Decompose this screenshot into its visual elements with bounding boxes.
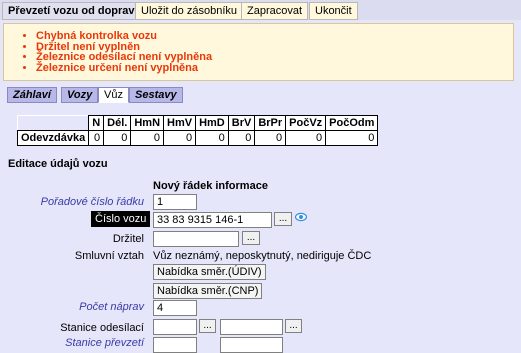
table-cell: 0 (103, 130, 132, 146)
holder-label: Držitel (112, 233, 144, 245)
col-header-n: N (88, 115, 105, 131)
menu-bar: Převzetí vozu od dopravce Uložit do záso… (0, 0, 521, 20)
holder-input[interactable] (153, 231, 239, 247)
tab-compositions[interactable]: Sestavy (129, 87, 183, 103)
sending-station-name-input[interactable] (220, 319, 283, 335)
section-title: Editace údajů vozu (8, 158, 108, 170)
menu-take-over-wagon[interactable]: Převzetí vozu od dopravce (2, 2, 153, 20)
col-header-hmd: HmD (195, 115, 229, 131)
col-header-pocodm: PočOdm (325, 115, 379, 131)
receiving-station-code-input[interactable] (153, 337, 197, 353)
wagon-number-lookup-button[interactable]: ... (274, 212, 292, 226)
wagon-number-label: Číslo vozu (91, 211, 151, 227)
sending-station-label: Stanice odesílací (60, 322, 144, 334)
col-header-brv: BrV (227, 115, 256, 131)
table-cell: 0 (325, 130, 379, 146)
error-list: Chybná kontrolka vozu Držitel není vypln… (4, 31, 212, 73)
error-item: Železnice určení není vyplněna (36, 62, 212, 74)
form-heading: Nový řádek informace (153, 180, 268, 192)
error-box: Chybná kontrolka vozu Držitel není vypln… (3, 23, 514, 81)
col-header-hmn: HmN (130, 115, 165, 131)
wagon-number-input[interactable] (153, 212, 272, 228)
sending-station-code-lookup-button[interactable]: ... (199, 319, 216, 333)
menu-exit[interactable]: Ukončit (309, 2, 358, 20)
axles-label: Počet náprav (79, 301, 144, 313)
table-cell: 0 (195, 130, 229, 146)
error-item: Železnice odesílací není vyplněna (36, 52, 212, 63)
receiving-station-label: Stanice převzetí (65, 337, 144, 349)
eye-icon[interactable] (294, 212, 308, 222)
table-cell: 0 (88, 130, 105, 146)
table-cell: 0 (130, 130, 165, 146)
error-item: Chybná kontrolka vozu (36, 31, 212, 42)
tab-wagon[interactable]: Vůz (98, 87, 129, 103)
sending-station-code-input[interactable] (153, 319, 197, 335)
sending-station-name-lookup-button[interactable]: ... (285, 319, 302, 333)
table-cell: 0 (227, 130, 256, 146)
summary-header-row: N Dél. HmN HmV HmD BrV BrPr PočVz PočOdm (17, 115, 379, 131)
table-cell: 0 (285, 130, 327, 146)
contract-value: Vůz neznámý, neposkytnutý, nediriguje ČD… (153, 250, 372, 262)
table-cell: 0 (163, 130, 197, 146)
menu-save-to-buffer[interactable]: Uložit do zásobníku (135, 2, 243, 20)
summary-table: N Dél. HmN HmV HmD BrV BrPr PočVz PočOdm… (16, 115, 379, 146)
row-number-input[interactable] (153, 194, 197, 210)
holder-lookup-button[interactable]: ... (242, 231, 260, 245)
offer-udiv-button[interactable]: Nabídka směr.(ÚDIV) (153, 264, 266, 280)
col-header-length: Dél. (103, 115, 132, 131)
col-header-brpr: BrPr (254, 115, 287, 131)
row-number-label: Pořadové číslo řádku (40, 196, 144, 208)
offer-cnp-button[interactable]: Nabídka směr.(CNP) (153, 283, 263, 299)
contract-label: Smluvní vztah (74, 250, 144, 262)
axles-input[interactable] (153, 300, 197, 316)
receiving-station-name-input[interactable] (220, 337, 283, 353)
tab-wagons[interactable]: Vozy (61, 87, 99, 103)
col-header-hmv: HmV (163, 115, 197, 131)
menu-process[interactable]: Zapracovat (241, 2, 309, 20)
tab-header[interactable]: Záhlaví (7, 87, 57, 103)
col-header-pocvz: PočVz (285, 115, 327, 131)
summary-corner (17, 115, 90, 131)
table-row: Odevzdávka 0 0 0 0 0 0 0 0 0 (16, 130, 379, 146)
row-label: Odevzdávka (16, 130, 90, 146)
table-cell: 0 (254, 130, 287, 146)
